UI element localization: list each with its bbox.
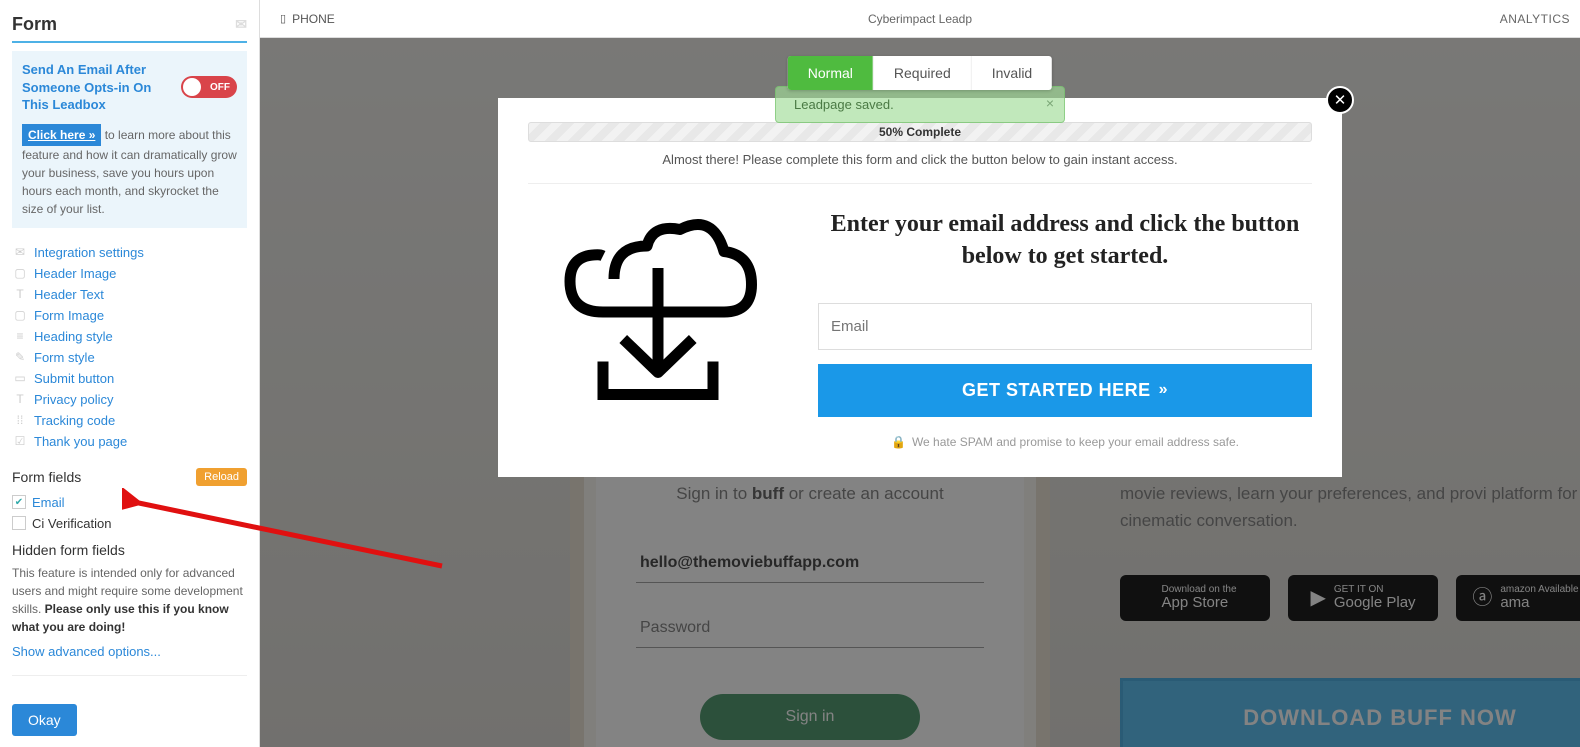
menu-thank-you-page[interactable]: ☑Thank you page (12, 431, 247, 452)
click-here-link[interactable]: Click here » (22, 124, 101, 146)
menu-header-image[interactable]: ▢Header Image (12, 263, 247, 284)
modal-subtext: Almost there! Please complete this form … (528, 152, 1312, 184)
menu-heading-style[interactable]: ≡Heading style (12, 326, 247, 347)
menu-privacy-policy[interactable]: TPrivacy policy (12, 389, 247, 410)
page-preview: •••••ᯤ Sign in to buff or create an acco… (260, 38, 1580, 747)
field-email[interactable]: ✔Email (12, 492, 247, 513)
phone-icon: ▯ (280, 12, 286, 25)
reload-button[interactable]: Reload (196, 468, 247, 486)
checkbox-unchecked-icon (12, 516, 26, 530)
text-icon: T (12, 287, 28, 301)
check-icon: ☑ (12, 434, 28, 448)
envelope-icon: ✉ (12, 245, 28, 259)
form-fields-header: Form fields Reload (12, 460, 247, 492)
image-icon: ▢ (12, 308, 28, 322)
phone-view-tab[interactable]: ▯ PHONE (260, 12, 355, 26)
progress-text: 50% Complete (873, 125, 967, 139)
divider (12, 675, 247, 676)
form-state-tabs: Normal Required Invalid (788, 56, 1052, 90)
email-input[interactable] (818, 303, 1312, 350)
saved-toast: Leadpage saved. × (775, 86, 1065, 123)
analytics-link[interactable]: ANALYTICS (1500, 12, 1570, 26)
image-icon: ▢ (12, 266, 28, 280)
settings-menu: ✉Integration settings ▢Header Image THea… (12, 238, 247, 460)
main-canvas: ▯ PHONE Cyberimpact Leadp ANALYTICS ••••… (260, 0, 1580, 747)
get-started-button[interactable]: GET STARTED HERE» (818, 364, 1312, 417)
form-fields-list: ✔Email Ci Verification (12, 492, 247, 534)
menu-form-style[interactable]: ✎Form style (12, 347, 247, 368)
field-ci-verification[interactable]: Ci Verification (12, 513, 247, 534)
button-icon: ▭ (12, 371, 28, 385)
page-title: Cyberimpact Leadp (868, 12, 972, 26)
leadbox-modal: ✕ 50% Complete Almost there! Please comp… (498, 98, 1342, 477)
menu-integration-settings[interactable]: ✉Integration settings (12, 242, 247, 263)
form-sidebar: Form ✉ Send An Email After Someone Opts-… (0, 0, 260, 747)
show-advanced-link[interactable]: Show advanced options... (12, 640, 161, 663)
spam-note: 🔒 We hate SPAM and promise to keep your … (818, 435, 1312, 449)
sidebar-title: Form ✉ (12, 8, 247, 43)
checkbox-checked-icon: ✔ (12, 495, 26, 509)
chevron-right-icon: » (1159, 381, 1168, 399)
lock-icon: 🔒 (891, 435, 906, 449)
sliders-icon: ⁞⁞ (12, 413, 28, 427)
top-bar: ▯ PHONE Cyberimpact Leadp ANALYTICS (260, 0, 1580, 38)
okay-button[interactable]: Okay (12, 704, 77, 736)
lines-icon: ≡ (12, 329, 28, 343)
progress-bar: 50% Complete (528, 122, 1312, 142)
modal-heading: Enter your email address and click the b… (818, 208, 1312, 273)
tab-required[interactable]: Required (873, 56, 971, 90)
menu-form-image[interactable]: ▢Form Image (12, 305, 247, 326)
optin-box: Send An Email After Someone Opts-in On T… (12, 51, 247, 228)
optin-toggle-label: Send An Email After Someone Opts-in On T… (22, 61, 181, 114)
text-icon: T (12, 392, 28, 406)
tab-normal[interactable]: Normal (788, 56, 873, 90)
menu-tracking-code[interactable]: ⁞⁞Tracking code (12, 410, 247, 431)
close-icon[interactable]: ✕ (1326, 86, 1354, 114)
mail-icon: ✉ (235, 16, 247, 33)
optin-toggle[interactable]: OFF (181, 76, 237, 98)
hidden-fields-description: This feature is intended only for advanc… (12, 560, 247, 640)
tab-invalid[interactable]: Invalid (971, 56, 1052, 90)
hidden-fields-header: Hidden form fields (12, 534, 247, 560)
download-icon (528, 202, 788, 422)
pencil-icon: ✎ (12, 350, 28, 364)
toast-close-icon[interactable]: × (1046, 95, 1054, 111)
menu-submit-button[interactable]: ▭Submit button (12, 368, 247, 389)
menu-header-text[interactable]: THeader Text (12, 284, 247, 305)
